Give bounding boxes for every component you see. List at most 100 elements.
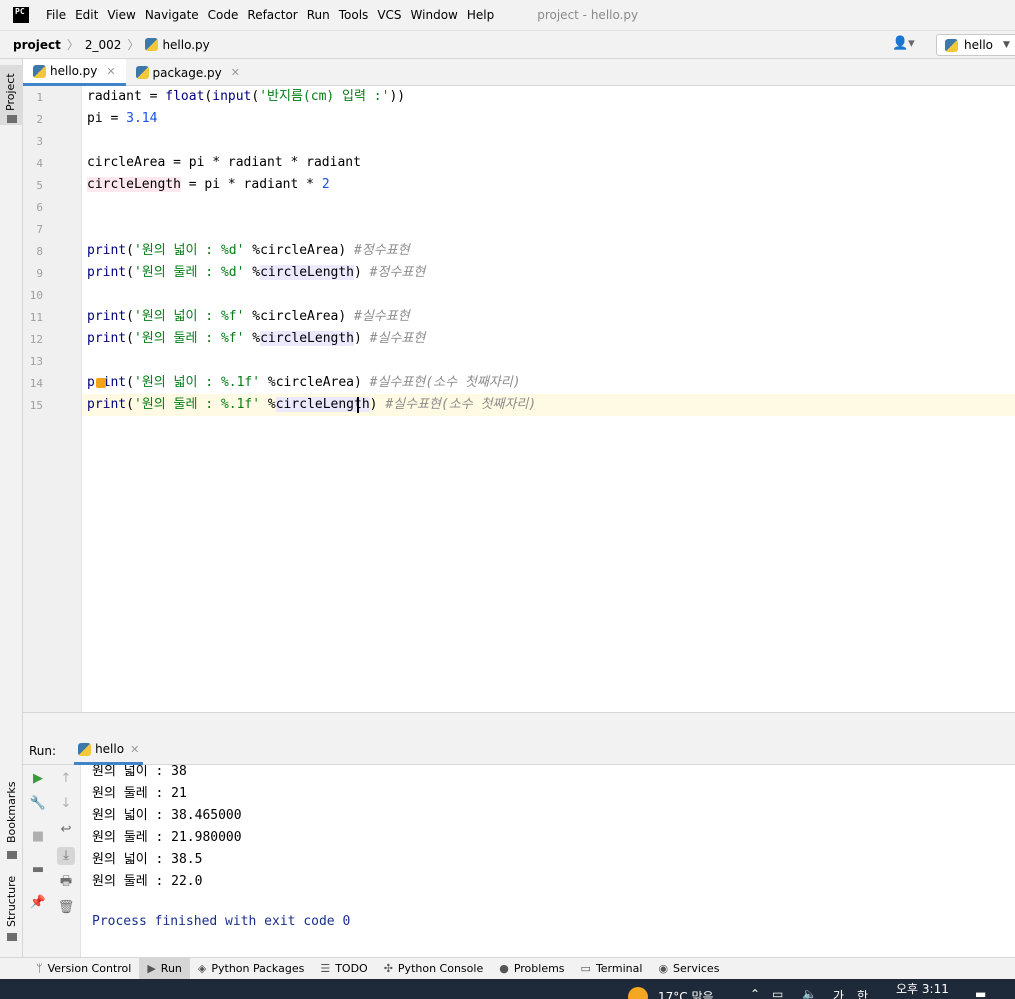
breadcrumb-folder[interactable]: 2_002 [85,38,122,52]
code-token: '원의 넓이 : %.1f' [133,375,261,390]
code-line-12: print('원의 둘레 : %f' %circleLength) #실수표현 [82,328,1015,350]
breadcrumb-project[interactable]: project [13,38,61,52]
line-number: 9 [36,267,43,280]
close-icon[interactable]: ✕ [231,66,240,79]
menu-navigate[interactable]: Navigate [145,8,199,22]
tab-terminal[interactable]: ▭ Terminal [573,958,651,980]
bookmark-icon [7,851,17,859]
speaker-icon[interactable]: 🔈 [802,987,817,999]
folder-icon [7,115,17,123]
arrow-up-icon[interactable]: ↑ [57,770,75,788]
tab-python-console[interactable]: ✣ Python Console [376,958,492,980]
python-file-icon [145,38,159,51]
intention-bulb-icon[interactable] [96,378,106,388]
code-line-11: print('원의 넓이 : %f' %circleArea) #실수표현 [82,306,1015,328]
wrench-icon[interactable]: 🔧 [29,795,47,813]
line-number: 1 [36,91,43,104]
layout-icon[interactable]: ▬ [29,861,47,879]
code-token: circleArea = pi * radiant * radiant [87,155,361,170]
code-token: float [165,89,205,104]
rerun-icon[interactable]: ▶ [29,770,47,788]
code-comment: #실수표현(소수 첫째자리) [369,375,521,390]
output-line: 원의 넓이 : 38 [92,765,187,779]
weather-text[interactable]: 17°C 맑음 [658,988,714,999]
output-line: 원의 둘레 : 22.0 [92,874,203,889]
navigation-bar: project 〉 2_002 〉 hello.py 👤▾ hello ▼ [0,31,1015,59]
arrow-down-icon[interactable]: ↓ [57,795,75,813]
tool-window-bar: ᛘ Version Control ▶ Run ◈ Python Packages ☰… [0,957,1015,980]
breadcrumb-file[interactable]: hello.py [145,37,210,52]
user-icon[interactable]: 👤▾ [892,36,920,54]
tab-version-control[interactable]: ᛘ Version Control [28,958,139,980]
language-indicator[interactable]: 한 [857,987,868,999]
menu-help[interactable]: Help [467,8,494,22]
code-editor[interactable]: radiant = float(input('반지름(cm) 입력 :')) p… [82,86,1015,712]
bookmarks-tool-tab[interactable]: Bookmarks [0,779,23,879]
python-icon [945,38,958,52]
pycharm-logo-icon: PC [13,7,29,23]
run-config-selector[interactable]: hello ▼ [936,34,1015,56]
tab-problems[interactable]: ● Problems [491,958,572,980]
chevron-right-icon: 〉 [127,38,140,52]
tab-package-py[interactable]: package.py ✕ [126,59,250,86]
structure-tool-label: Structure [5,875,18,927]
line-number: 5 [36,179,43,192]
code-comment: #정수표현 [369,265,426,280]
network-icon[interactable]: ▭ [772,987,783,999]
menu-vcs[interactable]: VCS [377,8,401,22]
tab-label: Problems [513,962,565,975]
tab-python-packages[interactable]: ◈ Python Packages [190,958,312,980]
soft-wrap-icon[interactable]: ↩ [57,821,75,839]
services-icon: ◉ [658,962,669,975]
editor-gutter: 1 2 3 4 5 6 7 8 9 10 11 12 13 14 15 [23,86,82,712]
code-token: '원의 둘레 : %f' [133,331,245,346]
run-console-output[interactable]: 원의 넓이 : 38 원의 둘레 : 21 원의 넓이 : 38.465000 … [82,765,1015,957]
structure-tool-tab[interactable]: Structure [0,875,23,955]
tab-label: hello.py [50,64,98,78]
menu-edit[interactable]: Edit [75,8,98,22]
panel-splitter[interactable] [23,712,1015,737]
code-token: 3.14 [126,111,158,126]
code-token: % [244,331,261,346]
project-tool-tab[interactable]: Project [0,65,23,125]
chevron-up-icon[interactable]: ⌃ [750,987,760,999]
tab-run[interactable]: ▶ Run [139,957,190,980]
trash-icon[interactable]: 🗑 [57,899,75,917]
breadcrumb-file-label: hello.py [162,37,210,52]
menu-tools[interactable]: Tools [339,8,369,22]
notifications-icon[interactable]: ▬ [975,987,986,999]
code-token: print [87,397,127,412]
menu-code[interactable]: Code [208,8,239,22]
menu-refactor[interactable]: Refactor [247,8,297,22]
ime-indicator[interactable]: 가 [833,987,844,999]
tab-label: Terminal [595,962,643,975]
close-icon[interactable]: ✕ [106,65,115,78]
tab-services[interactable]: ◉ Services [650,958,727,980]
scroll-to-end-icon[interactable]: ⤓ [57,847,75,865]
code-token: print [87,265,127,280]
close-icon[interactable]: ✕ [130,743,139,756]
output-line: 원의 둘레 : 21.980000 [92,830,242,845]
clock[interactable]: 오후 3:11 [896,980,949,997]
code-token: '원의 넓이 : %f' [133,309,245,324]
code-line-8: print('원의 넓이 : %d' %circleArea) #정수표현 [82,240,1015,262]
print-icon[interactable]: 🖶 [57,873,75,891]
menu-file[interactable]: File [46,8,66,22]
code-token: ( [126,243,134,258]
run-tab-hello[interactable]: hello ✕ [74,737,144,765]
menu-run[interactable]: Run [307,8,330,22]
code-token: ) [369,397,386,412]
menu-window[interactable]: Window [411,8,458,22]
tab-todo[interactable]: ☰ TODO [312,958,375,980]
menu-view[interactable]: View [107,8,135,22]
code-token: '원의 넓이 : %d' [133,243,245,258]
line-number: 15 [29,399,43,412]
line-number: 2 [36,113,43,126]
packages-icon: ◈ [197,962,207,975]
structure-icon [7,933,17,941]
tab-hello-py[interactable]: hello.py ✕ [23,59,126,86]
pin-icon[interactable]: 📌 [29,894,47,912]
code-token: circleLength [87,177,181,192]
stop-icon[interactable]: ■ [29,828,47,846]
line-number: 6 [36,201,43,214]
